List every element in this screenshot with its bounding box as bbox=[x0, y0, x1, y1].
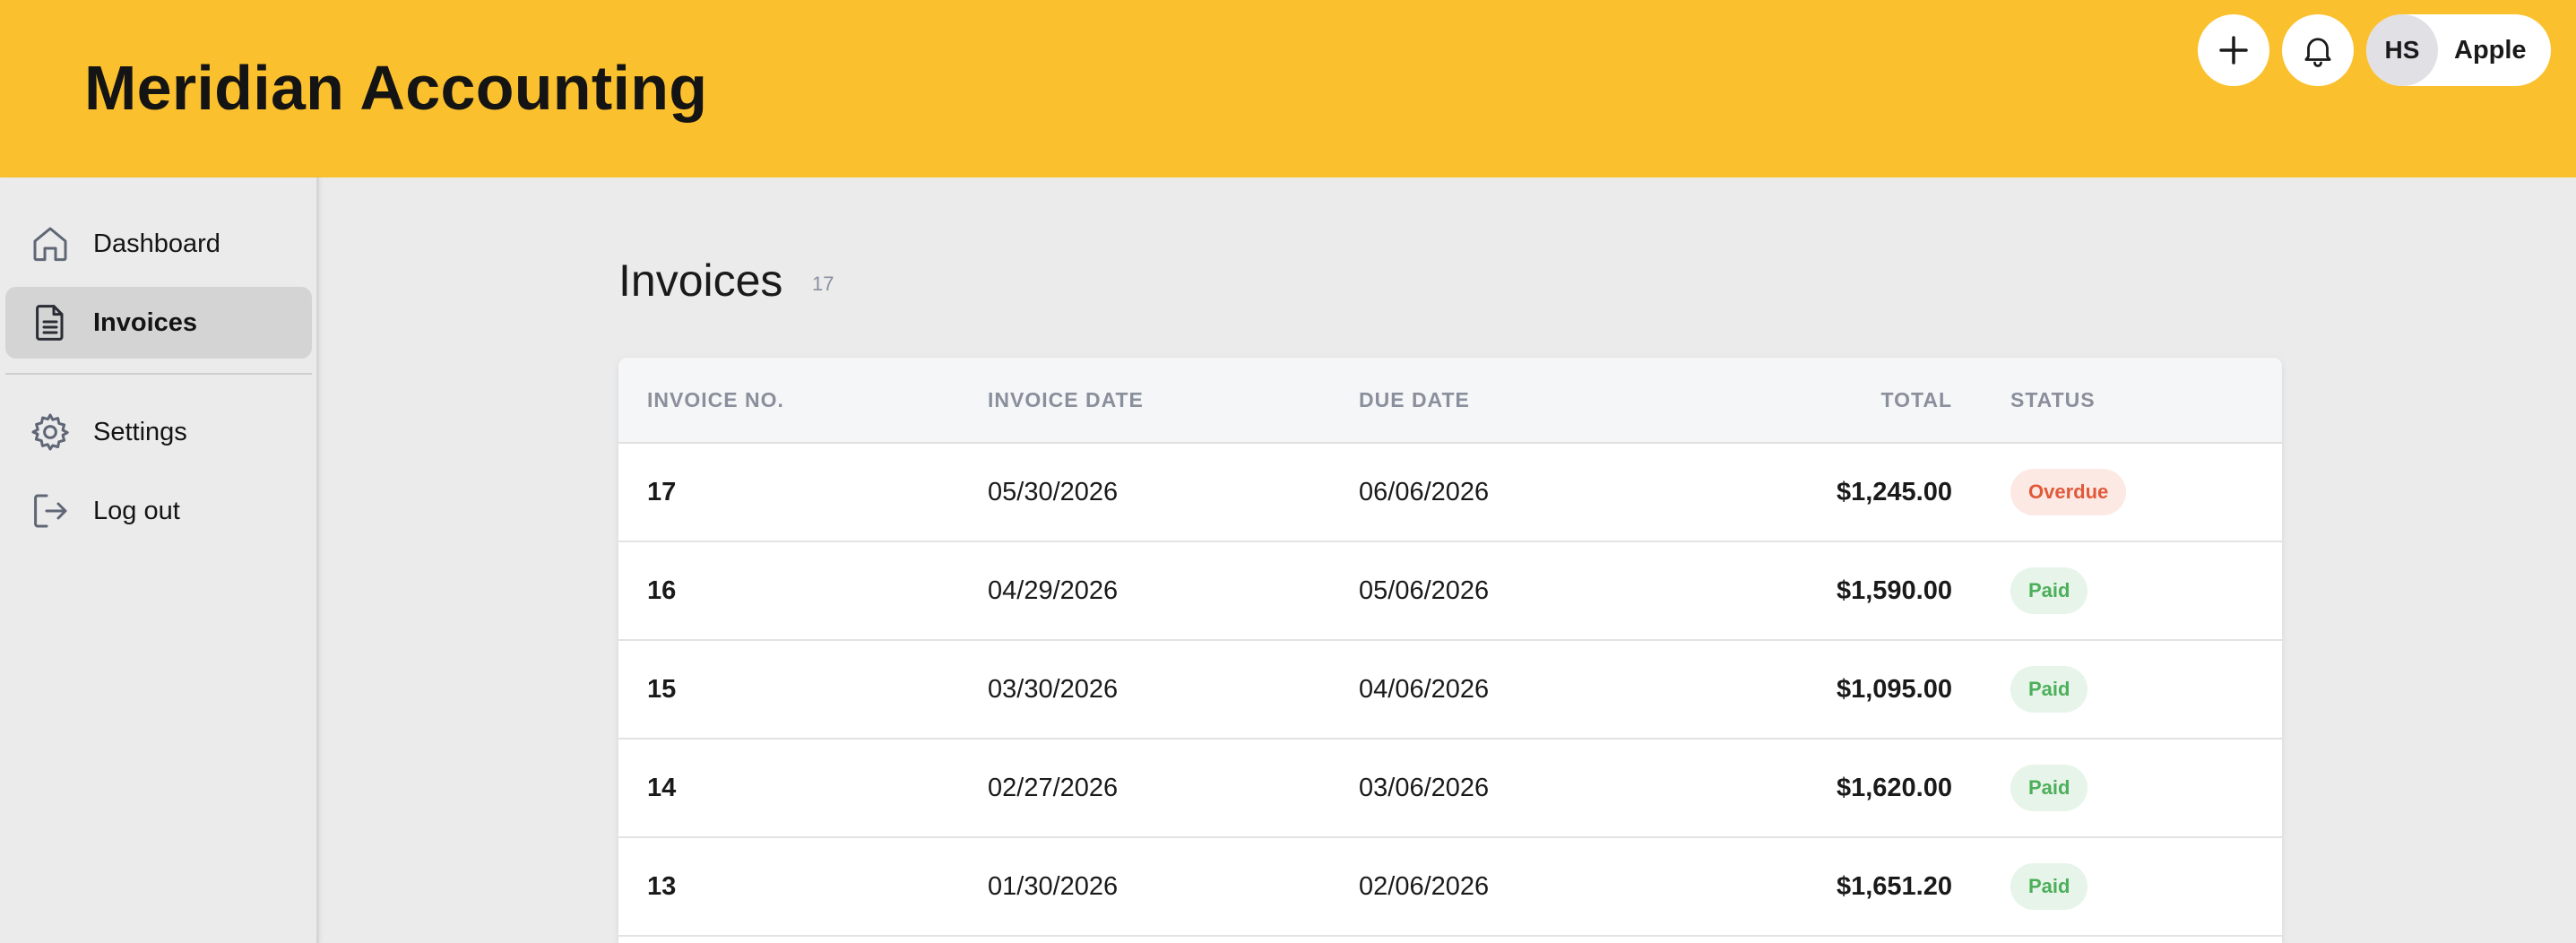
invoice-date: 05/30/2026 bbox=[988, 478, 1119, 506]
user-name: Apple bbox=[2454, 35, 2527, 65]
table-row[interactable]: 15 03/30/2026 04/06/2026 $1,095.00 Paid bbox=[618, 641, 2282, 740]
sidebar: Dashboard Invoices Settings Log out bbox=[0, 177, 319, 943]
status-badge: Overdue bbox=[2010, 469, 2127, 515]
sidebar-item-invoices[interactable]: Invoices bbox=[5, 287, 312, 359]
invoice-number: 17 bbox=[647, 478, 677, 506]
invoice-total: $1,620.00 bbox=[1836, 774, 1952, 802]
invoice-total: $1,245.00 bbox=[1836, 478, 1952, 506]
table-row[interactable]: 13 01/30/2026 02/06/2026 $1,651.20 Paid bbox=[618, 838, 2282, 937]
due-date: 02/06/2026 bbox=[1359, 872, 1490, 901]
status-badge: Paid bbox=[2010, 666, 2088, 713]
bell-icon bbox=[2304, 38, 2331, 67]
status-badge: Paid bbox=[2010, 567, 2088, 614]
gear-icon bbox=[29, 411, 72, 454]
table-row[interactable]: 14 02/27/2026 03/06/2026 $1,620.00 Paid bbox=[618, 740, 2282, 838]
due-date: 03/06/2026 bbox=[1359, 774, 1490, 802]
top-header: Meridian Accounting HS Apple bbox=[0, 0, 2576, 177]
invoice-total: $1,590.00 bbox=[1836, 576, 1952, 605]
page-title: Invoices bbox=[618, 255, 783, 306]
due-date: 06/06/2026 bbox=[1359, 478, 1490, 506]
column-header-due-date[interactable]: DUE DATE bbox=[1359, 388, 1470, 412]
home-icon bbox=[29, 222, 72, 265]
invoice-date: 04/29/2026 bbox=[988, 576, 1119, 605]
notifications-button[interactable] bbox=[2282, 14, 2354, 86]
status-badge: Paid bbox=[2010, 863, 2088, 910]
sidebar-item-settings[interactable]: Settings bbox=[5, 396, 312, 468]
invoice-total: $1,651.20 bbox=[1836, 872, 1952, 901]
invoice-number: 15 bbox=[647, 675, 677, 704]
invoice-total: $1,095.00 bbox=[1836, 675, 1952, 704]
sidebar-item-label: Settings bbox=[93, 417, 187, 446]
sidebar-item-logout[interactable]: Log out bbox=[5, 475, 312, 547]
invoice-date: 01/30/2026 bbox=[988, 872, 1119, 901]
invoice-date: 03/30/2026 bbox=[988, 675, 1119, 704]
invoices-table: INVOICE NO. INVOICE DATE DUE DATE TOTAL … bbox=[618, 358, 2282, 943]
sidebar-item-label: Invoices bbox=[93, 307, 198, 337]
sidebar-item-dashboard[interactable]: Dashboard bbox=[5, 208, 312, 280]
sidebar-item-label: Dashboard bbox=[93, 229, 220, 258]
column-header-total[interactable]: TOTAL bbox=[1683, 388, 1952, 412]
column-header-invoice-no[interactable]: INVOICE NO. bbox=[647, 388, 784, 412]
plus-icon bbox=[2219, 36, 2248, 65]
invoice-date: 02/27/2026 bbox=[988, 774, 1119, 802]
due-date: 05/06/2026 bbox=[1359, 576, 1490, 605]
user-menu-button[interactable]: HS Apple bbox=[2366, 14, 2551, 86]
table-row[interactable]: 17 05/30/2026 06/06/2026 $1,245.00 Overd… bbox=[618, 444, 2282, 542]
invoice-number: 14 bbox=[647, 774, 677, 802]
column-header-status[interactable]: STATUS bbox=[2010, 388, 2096, 412]
table-row[interactable]: 16 04/29/2026 05/06/2026 $1,590.00 Paid bbox=[618, 542, 2282, 641]
sidebar-item-label: Log out bbox=[93, 496, 180, 525]
table-header: INVOICE NO. INVOICE DATE DUE DATE TOTAL … bbox=[618, 358, 2282, 444]
avatar: HS bbox=[2366, 14, 2438, 86]
invoice-count-badge: 17 bbox=[812, 273, 834, 295]
column-header-invoice-date[interactable]: INVOICE DATE bbox=[988, 388, 1144, 412]
sidebar-divider bbox=[5, 373, 312, 375]
invoice-number: 13 bbox=[647, 872, 677, 901]
add-button[interactable] bbox=[2198, 14, 2269, 86]
logout-icon bbox=[29, 489, 72, 532]
header-actions: HS Apple bbox=[2198, 14, 2551, 86]
invoice-number: 16 bbox=[647, 576, 677, 605]
app-title: Meridian Accounting bbox=[84, 53, 708, 123]
document-icon bbox=[29, 301, 72, 344]
status-badge: Paid bbox=[2010, 765, 2088, 811]
due-date: 04/06/2026 bbox=[1359, 675, 1490, 704]
